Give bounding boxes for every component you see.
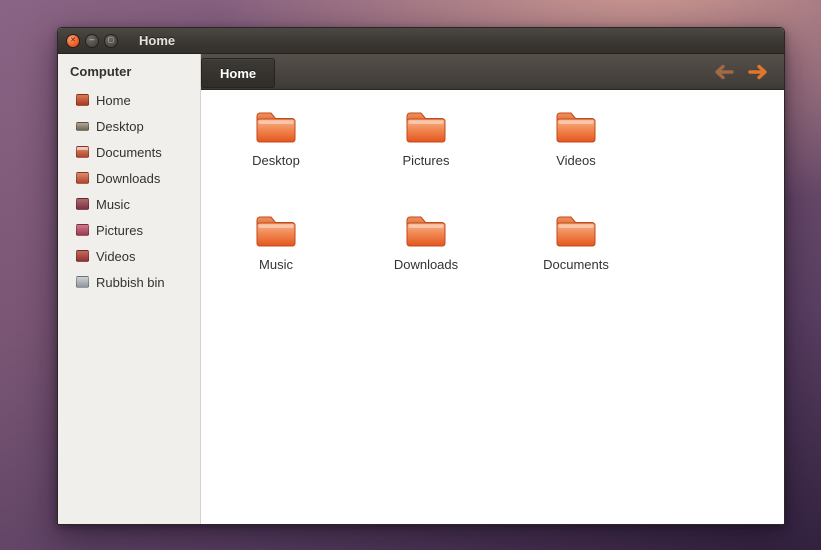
sidebar-item-label: Videos	[96, 249, 136, 264]
folder-icon	[552, 210, 600, 250]
home-icon	[76, 94, 89, 106]
sidebar-item-home[interactable]: Home	[58, 87, 200, 113]
documents-icon	[76, 146, 89, 158]
desktop-icon	[76, 122, 89, 131]
file-item-pictures[interactable]: Pictures	[351, 102, 501, 172]
sidebar-item-downloads[interactable]: Downloads	[58, 165, 200, 191]
sidebar: Computer Home Desktop Documents Download…	[58, 54, 201, 524]
forward-arrow-icon[interactable]	[748, 64, 770, 80]
file-label: Pictures	[403, 153, 450, 168]
titlebar[interactable]: Home	[58, 28, 784, 54]
folder-icon	[402, 210, 450, 250]
file-item-documents[interactable]: Documents	[501, 206, 651, 276]
sidebar-item-music[interactable]: Music	[58, 191, 200, 217]
folder-icon	[252, 106, 300, 146]
sidebar-header: Computer	[58, 60, 200, 87]
sidebar-item-pictures[interactable]: Pictures	[58, 217, 200, 243]
folder-icon	[402, 106, 450, 146]
file-item-downloads[interactable]: Downloads	[351, 206, 501, 276]
sidebar-item-videos[interactable]: Videos	[58, 243, 200, 269]
music-icon	[76, 198, 89, 210]
sidebar-item-label: Rubbish bin	[96, 275, 165, 290]
breadcrumb-home-button[interactable]: Home	[201, 58, 275, 88]
main-panel: Home	[201, 54, 784, 524]
file-item-videos[interactable]: Videos	[501, 102, 651, 172]
sidebar-item-rubbish-bin[interactable]: Rubbish bin	[58, 269, 200, 295]
file-label: Desktop	[252, 153, 300, 168]
back-arrow-icon[interactable]	[712, 64, 734, 80]
path-toolbar: Home	[201, 54, 784, 90]
videos-icon	[76, 250, 89, 262]
window-title: Home	[139, 33, 175, 48]
sidebar-item-label: Documents	[96, 145, 162, 160]
sidebar-item-label: Home	[96, 93, 131, 108]
sidebar-item-label: Desktop	[96, 119, 144, 134]
sidebar-item-label: Pictures	[96, 223, 143, 238]
sidebar-item-desktop[interactable]: Desktop	[58, 113, 200, 139]
minimize-icon[interactable]	[85, 34, 99, 48]
file-item-desktop[interactable]: Desktop	[201, 102, 351, 172]
close-icon[interactable]	[66, 34, 80, 48]
folder-icon	[552, 106, 600, 146]
file-label: Videos	[556, 153, 596, 168]
sidebar-item-label: Music	[96, 197, 130, 212]
file-label: Downloads	[394, 257, 458, 272]
file-label: Documents	[543, 257, 609, 272]
file-grid: Desktop Pictures	[201, 90, 784, 524]
sidebar-item-label: Downloads	[96, 171, 160, 186]
rubbish-bin-icon	[76, 276, 89, 288]
maximize-icon[interactable]	[104, 34, 118, 48]
sidebar-item-documents[interactable]: Documents	[58, 139, 200, 165]
pictures-icon	[76, 224, 89, 236]
downloads-icon	[76, 172, 89, 184]
file-label: Music	[259, 257, 293, 272]
folder-icon	[252, 210, 300, 250]
file-manager-window: Home Computer Home Desktop Documents Dow…	[57, 27, 785, 525]
file-item-music[interactable]: Music	[201, 206, 351, 276]
